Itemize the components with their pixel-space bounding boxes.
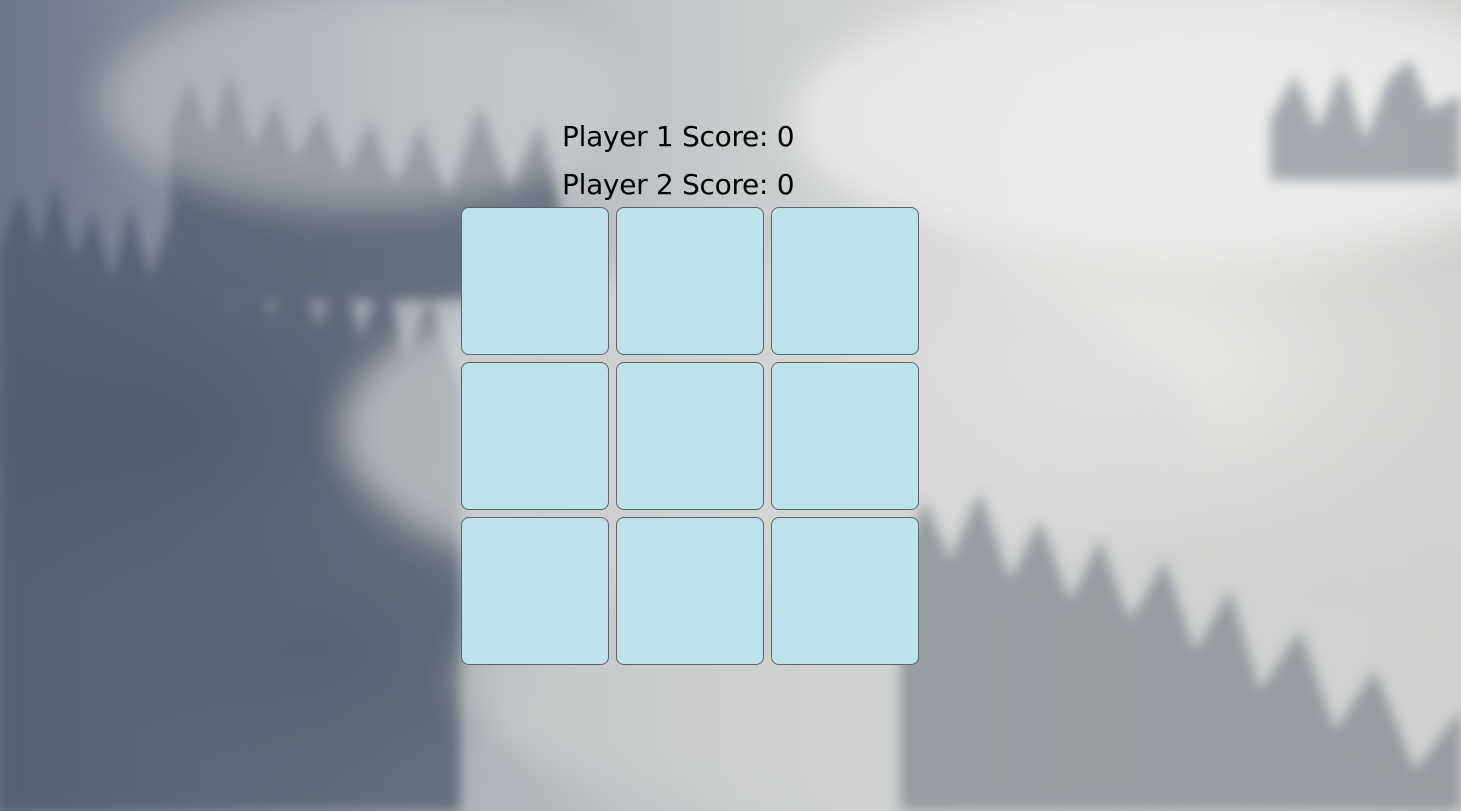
board-cell-9[interactable] <box>771 517 919 665</box>
board-cell-6[interactable] <box>771 362 919 510</box>
board-cell-8[interactable] <box>616 517 764 665</box>
board-cell-7[interactable] <box>461 517 609 665</box>
board-cell-1[interactable] <box>461 207 609 355</box>
score-board: Player 1 Score: 0 Player 2 Score: 0 <box>562 113 795 209</box>
board-cell-5[interactable] <box>616 362 764 510</box>
board-cell-3[interactable] <box>771 207 919 355</box>
board-cell-4[interactable] <box>461 362 609 510</box>
player-1-score: Player 1 Score: 0 <box>562 120 795 153</box>
player-2-score: Player 2 Score: 0 <box>562 168 795 201</box>
board-cell-2[interactable] <box>616 207 764 355</box>
tic-tac-toe-board <box>461 207 919 665</box>
